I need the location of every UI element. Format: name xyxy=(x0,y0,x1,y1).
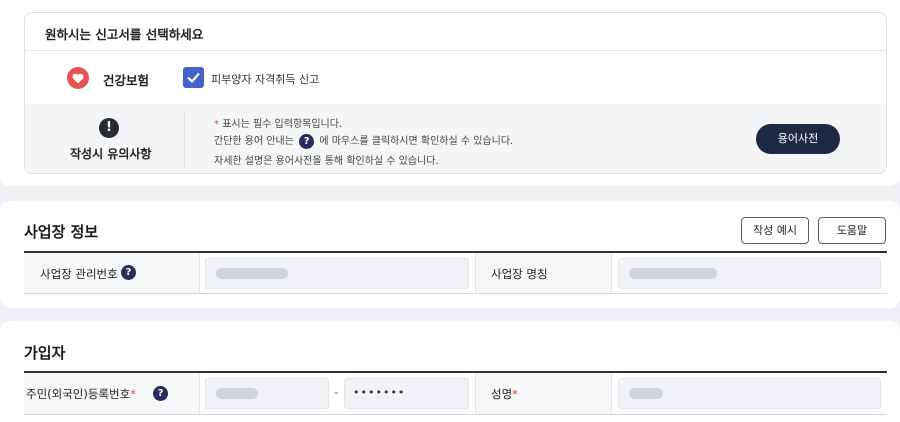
table-bottom-border xyxy=(24,414,887,415)
notice-area: ! 작성시 유의사항 * 표시는 필수 입력항목입니다. 간단한 용어 안내는 … xyxy=(25,104,886,173)
exclamation-icon: ! xyxy=(99,118,119,138)
masked-value: ••••••• xyxy=(353,386,406,399)
rrn-front-field[interactable] xyxy=(205,378,329,409)
help-button[interactable]: 도움말 xyxy=(818,217,886,244)
question-icon[interactable]: ? xyxy=(153,386,168,401)
question-icon[interactable]: ? xyxy=(121,265,136,280)
mgmt-no-label: 사업장 관리번호 xyxy=(40,267,118,281)
divider xyxy=(184,112,185,167)
dependent-checkbox[interactable] xyxy=(183,67,204,88)
notice-line-1: * 표시는 필수 입력항목입니다. xyxy=(214,119,343,130)
rrn-label: 주민(외국인)등록번호* xyxy=(26,387,136,401)
selection-title: 원하시는 신고서를 선택하세요 xyxy=(45,27,204,42)
question-icon: ? xyxy=(299,133,315,149)
workplace-name-field[interactable] xyxy=(618,258,881,289)
required-star: * xyxy=(512,387,518,401)
report-selection-panel: 원하시는 신고서를 선택하세요 건강보험 피부양자 자격취득 신고 ! 작성시 … xyxy=(0,0,900,186)
check-icon xyxy=(187,72,200,83)
name-label: 성명* xyxy=(491,387,518,401)
workplace-name-label: 사업장 명칭 xyxy=(491,267,548,281)
notice-line-2: 간단한 용어 안내는 ? 에 마우스를 클릭하시면 확인하실 수 있습니다. xyxy=(214,133,514,149)
mgmt-no-field[interactable] xyxy=(205,258,469,289)
name-field[interactable] xyxy=(618,378,881,409)
required-star: * xyxy=(214,119,219,130)
report-selection-box: 원하시는 신고서를 선택하세요 건강보험 피부양자 자격취득 신고 ! 작성시 … xyxy=(24,12,887,174)
rrn-back-field[interactable]: ••••••• xyxy=(344,378,469,409)
glossary-button[interactable]: 용어사전 xyxy=(756,124,840,154)
example-button[interactable]: 작성 예시 xyxy=(741,217,809,244)
insurance-name: 건강보험 xyxy=(103,73,150,88)
heart-icon xyxy=(67,67,89,89)
divider xyxy=(25,50,886,51)
table-bottom-border xyxy=(24,293,887,294)
subscriber-section-title: 가입자 xyxy=(24,344,66,362)
notice-line-3: 자세한 설명은 용어사전을 통해 확인하실 수 있습니다. xyxy=(214,156,439,167)
workplace-info-panel: 사업장 정보 작성 예시 도움말 사업장 관리번호 ? 사업장 명칭 xyxy=(0,201,900,308)
rrn-dash: - xyxy=(334,385,339,399)
subscriber-panel: 가입자 주민(외국인)등록번호* ? - ••••••• 성명* xyxy=(0,321,900,422)
dependent-checkbox-label[interactable]: 피부양자 자격취득 신고 xyxy=(211,71,319,87)
notice-title: 작성시 유의사항 xyxy=(70,147,152,161)
required-star: * xyxy=(130,387,136,401)
workplace-section-title: 사업장 정보 xyxy=(24,223,99,241)
